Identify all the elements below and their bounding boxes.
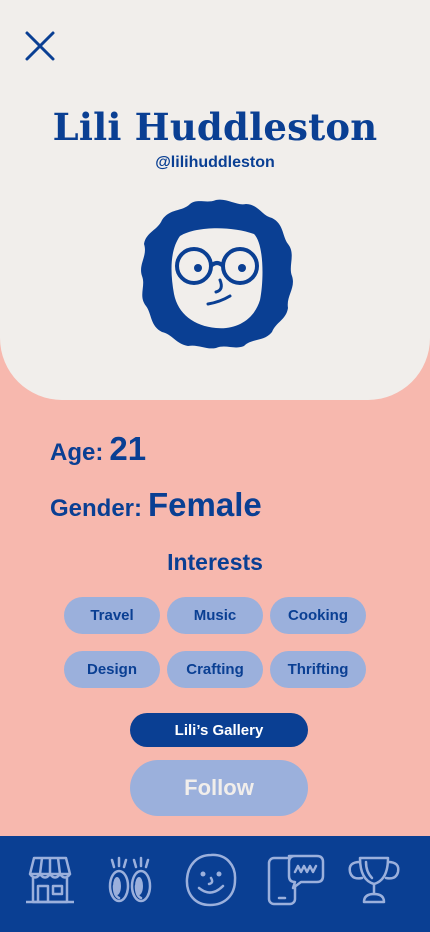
bottom-tab-bar [0, 836, 430, 932]
tab-shop[interactable] [20, 850, 80, 910]
tab-smiley[interactable] [181, 850, 241, 910]
interest-chip-thrifting[interactable]: Thrifting [270, 651, 366, 688]
shop-icon [26, 856, 74, 904]
interest-chip-crafting[interactable]: Crafting [167, 651, 263, 688]
interest-chip-music[interactable]: Music [167, 597, 263, 634]
profile-name: Lili Huddleston [52, 105, 378, 149]
interest-chip-travel[interactable]: Travel [64, 597, 160, 634]
close-icon [25, 31, 55, 61]
profile-card: Lili Huddleston @lilihuddleston [0, 0, 430, 400]
smiley-icon [185, 853, 237, 907]
follow-button[interactable]: Follow [130, 760, 308, 816]
gender-value: Female [148, 486, 262, 523]
eyes-icon [108, 856, 152, 903]
avatar [141, 199, 293, 349]
age-stat: Age: 21 [50, 430, 146, 468]
trophy-icon [348, 856, 400, 904]
gender-label: Gender: [50, 495, 143, 522]
profile-handle: @lilihuddleston [155, 154, 275, 171]
gallery-button[interactable]: Lili’s Gallery [130, 713, 308, 747]
close-button[interactable] [20, 26, 60, 66]
tab-trophy[interactable] [344, 850, 404, 910]
tab-eyes[interactable] [100, 850, 160, 910]
interest-chip-cooking[interactable]: Cooking [270, 597, 366, 634]
interest-chip-design[interactable]: Design [64, 651, 160, 688]
age-value: 21 [109, 430, 147, 467]
chat-phone-icon [267, 854, 325, 906]
interests-title: Interests [167, 549, 263, 575]
tab-chat[interactable] [265, 850, 325, 910]
gender-stat: Gender: Female [50, 486, 262, 524]
age-label: Age: [50, 439, 104, 466]
